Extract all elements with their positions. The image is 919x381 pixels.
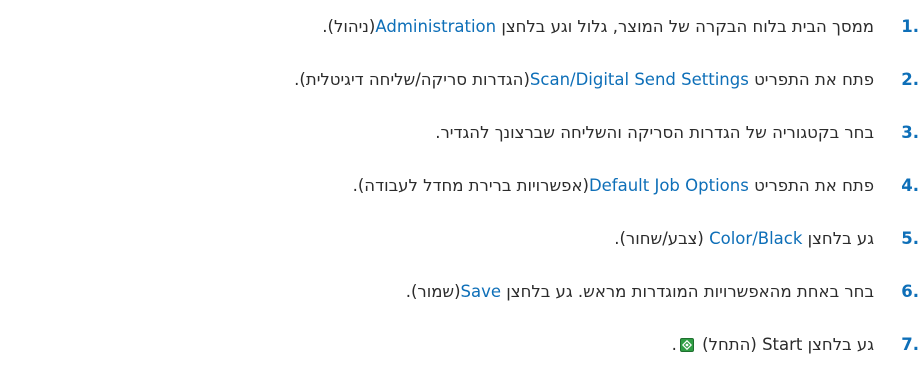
step-text-after: (הגדרות סריקה/שליחה דיגיטלית). [294,70,530,89]
ui-term: Administration [375,17,497,36]
instruction-steps: 1. ממסך הבית בלוח הבקרה של המוצר, גלול ו… [0,0,919,381]
step-4: 4. פתח את התפריט Default Job Options(אפש… [0,171,919,201]
step-1: 1. ממסך הבית בלוח הבקרה של המוצר, גלול ו… [0,12,919,42]
step-text-before: פתח את התפריט [748,70,874,89]
step-text-before: ממסך הבית בלוח הבקרה של המוצר, גלול וגע … [496,17,874,36]
ui-term: Scan/Digital Send Settings [529,70,749,89]
ui-term: Default Job Options [588,176,749,195]
step-text-after: (אפשרויות ברירת מחדל לעבודה). [352,176,589,195]
step-text-before: בחר באחת מהאפשרויות המוגדרות מראש. גע בל… [501,282,874,301]
step-text-before: גע בלחצן [802,335,874,354]
step-number: 7. [901,335,919,354]
step-text-end: . [671,335,677,354]
step-text: ממסך הבית בלוח הבקרה של המוצר, גלול וגע … [322,12,874,42]
step-text-after: (צבע/שחור). [614,229,710,248]
step-text-before: גע בלחצן [802,229,874,248]
step-text-before: בחר בקטגוריה של הגדרות הסריקה והשליחה שב… [435,123,874,142]
step-number: 5. [901,229,919,248]
start-button-icon [679,338,694,352]
step-number: 2. [901,70,919,89]
step-6: 6. בחר באחת מהאפשרויות המוגדרות מראש. גע… [0,277,919,307]
step-3: 3. בחר בקטגוריה של הגדרות הסריקה והשליחה… [0,118,919,148]
step-text-after: (שמור). [405,282,461,301]
step-text-after: (התחל) [696,335,763,354]
step-text: גע בלחצן Start (התחל) . [672,330,874,360]
step-text: גע בלחצן Color/Black (צבע/שחור). [614,224,874,254]
step-number: 3. [901,123,919,142]
step-text: פתח את התפריט Default Job Options(אפשרוי… [353,171,874,201]
ui-term: Color/Black [709,229,803,248]
step-number: 6. [901,282,919,301]
step-7: 7. גע בלחצן Start (התחל) . [0,330,919,360]
step-text: פתח את התפריט Scan/Digital Send Settings… [294,65,874,95]
step-text-before: פתח את התפריט [748,176,874,195]
ui-term: Save [460,282,502,301]
step-number: 4. [901,176,919,195]
step-text: בחר באחת מהאפשרויות המוגדרות מראש. גע בל… [406,277,874,307]
step-5: 5. גע בלחצן Color/Black (צבע/שחור). [0,224,919,254]
ui-term: Start [762,335,803,354]
step-number: 1. [901,17,919,36]
step-text: בחר בקטגוריה של הגדרות הסריקה והשליחה שב… [435,118,874,148]
step-2: 2. פתח את התפריט Scan/Digital Send Setti… [0,65,919,95]
step-text-after: (ניהול). [322,17,376,36]
